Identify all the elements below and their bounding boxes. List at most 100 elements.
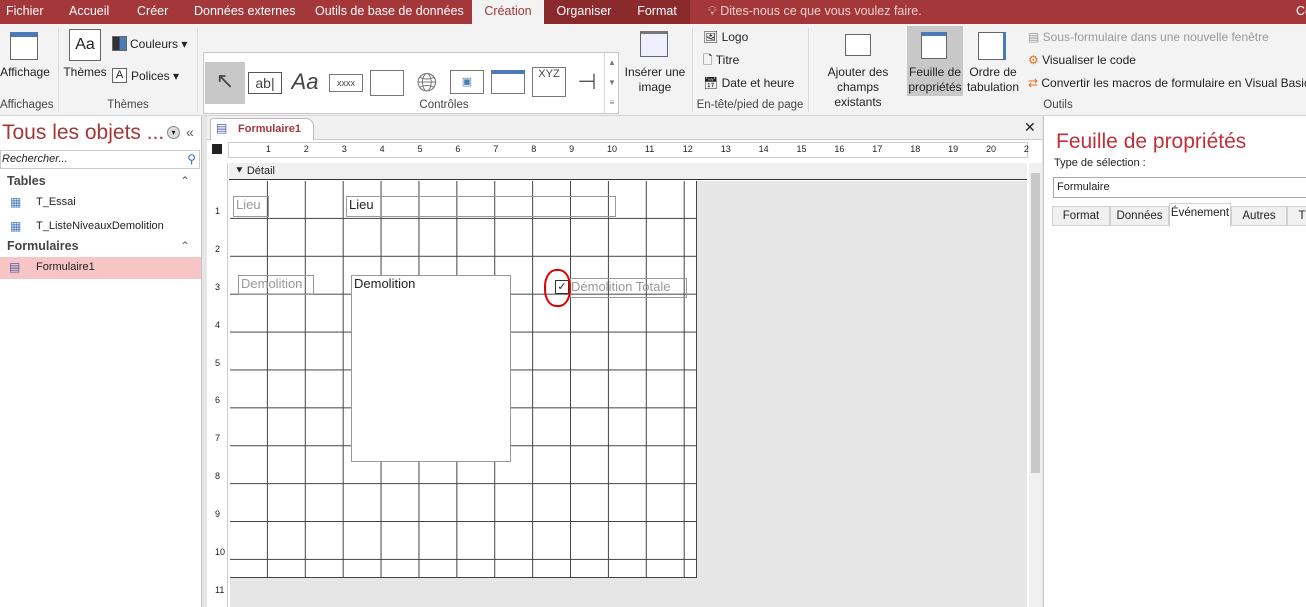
vertical-scrollbar[interactable] [1029, 163, 1042, 607]
ruler-tick-label: 19 [948, 144, 959, 154]
title-icon: 🗋︎ [703, 53, 716, 67]
lieu-textbox[interactable]: Lieu [346, 196, 616, 217]
ruler-tick-label: 6 [455, 144, 461, 154]
detail-section-grid[interactable]: Lieu Lieu Demolition Demolition Démoliti… [230, 181, 697, 578]
lieu-label[interactable]: Lieu [233, 196, 269, 217]
tab-organiser[interactable]: Organiser [544, 0, 624, 24]
nav-item-t-liste[interactable]: ▦ T_ListeNiveauxDemolition [0, 216, 201, 238]
tab-fichier[interactable]: Fichier [0, 0, 50, 24]
prop-tab-donnees[interactable]: Données [1110, 206, 1169, 226]
group-affichages: Affichages [0, 99, 54, 111]
ruler-tick-label: 5 [417, 144, 423, 154]
option-group-control[interactable]: XYZ [532, 67, 566, 97]
titre-button[interactable]: 🗋︎ Titre [703, 53, 739, 68]
ruler-tick-label: 11 [215, 584, 225, 595]
nav-search-input[interactable]: Rechercher... ⚲ [0, 150, 200, 169]
tab-donnees-externes[interactable]: Données externes [188, 0, 301, 24]
ruler-tick-label: 2 [303, 144, 309, 154]
insert-image-icon [640, 31, 668, 57]
collapse-section-icon[interactable]: ⌃ [180, 174, 190, 188]
tab-format[interactable]: Format [624, 0, 690, 24]
textbox-control[interactable]: ab| [248, 72, 282, 94]
vertical-ruler: 1 2 3 4 5 6 7 8 9 10 11 [211, 163, 228, 607]
ruler-tick-label: 12 [682, 144, 693, 154]
design-canvas-empty [230, 578, 1027, 607]
inserer-image-button[interactable]: Insérer une image [622, 65, 688, 95]
selection-type-label: Type de sélection : [1054, 157, 1146, 169]
collapse-section-icon[interactable]: ⌃ [180, 239, 190, 253]
form-selector[interactable] [212, 144, 222, 154]
demolition-label[interactable]: Demolition [238, 275, 314, 295]
sous-form-button[interactable]: ▤ Sous-formulaire dans une nouvelle fenê… [1028, 30, 1269, 45]
couleurs-button[interactable]: Couleurs ▾ [130, 37, 187, 52]
ruler-tick-label: 6 [215, 395, 221, 406]
group-themes: Thèmes [107, 99, 149, 111]
feuille-props-button[interactable]: Feuille de propriétés [905, 65, 965, 95]
ordre-tab-button[interactable]: Ordre de tabulation [963, 65, 1023, 95]
date-heure-button[interactable]: 📅︎ Date et heure [703, 76, 794, 91]
ruler-tick-label: 17 [872, 144, 883, 154]
section-header-detail[interactable]: ⯆ Détail [229, 163, 1027, 180]
prop-tab-evenement[interactable]: Événement [1169, 203, 1231, 227]
navigation-control-icon[interactable] [491, 70, 525, 94]
collapse-pane-icon[interactable]: « [186, 124, 194, 140]
red-annotation-circle [544, 269, 571, 307]
nav-section-formulaires[interactable]: Formulaires [7, 239, 79, 253]
nav-item-t-essai[interactable]: ▦ T_Essai [0, 192, 201, 214]
web-browser-control-icon[interactable]: ▣ [450, 70, 484, 94]
label-control[interactable]: Aa [288, 63, 322, 101]
ruler-tick-label: 9 [215, 509, 221, 520]
ruler-tick-label: 1 [265, 144, 271, 154]
tab-creer[interactable]: Créer [131, 0, 174, 24]
polices-button[interactable]: Polices ▾ [131, 69, 179, 84]
prop-tab-toutes[interactable]: T [1287, 206, 1306, 226]
table-icon: ▦ [10, 219, 22, 233]
convert-macro-icon: ⇄ [1028, 76, 1042, 90]
subform-icon: ▤ [1028, 30, 1043, 44]
demolition-listbox[interactable]: Demolition [351, 275, 511, 462]
ajouter-champs-button[interactable]: Ajouter des champs existants [812, 65, 904, 110]
themes-button[interactable]: Thèmes [62, 65, 108, 80]
hyperlink-control-icon[interactable]: 🌐︎ [410, 63, 444, 101]
tab-control-icon[interactable] [370, 70, 404, 96]
form-icon: ▤ [216, 121, 228, 135]
form-view-icon [10, 32, 38, 60]
nav-menu-dropdown-icon[interactable]: ▾ [167, 126, 180, 139]
logo-button[interactable]: 🖼︎ Logo [703, 30, 748, 45]
ruler-tick-label: 20 [986, 144, 997, 154]
property-sheet-pane: Feuille de propriétés Type de sélection … [1043, 116, 1306, 607]
property-sheet-title: Feuille de propriétés [1056, 130, 1247, 153]
tell-me-box[interactable]: 💡︎ Dites-nous ce que vous voulez faire. [702, 0, 928, 24]
page-break-control-icon[interactable]: ⊣ [570, 63, 604, 101]
ruler-tick-label: 16 [834, 144, 845, 154]
visualiser-code-button[interactable]: ⚙︎ Visualiser le code [1028, 53, 1136, 68]
tell-me-text: Dites-nous ce que vous voulez faire. [720, 4, 922, 18]
user-account[interactable]: Co [1290, 0, 1306, 24]
tab-accueil[interactable]: Accueil [63, 0, 115, 24]
prop-tab-format[interactable]: Format [1052, 206, 1110, 226]
ruler-tick-label: 13 [720, 144, 731, 154]
select-pointer-icon[interactable]: ↖ [205, 62, 245, 104]
document-tab[interactable]: ▤ Formulaire1 [210, 118, 314, 140]
ruler-tick-label: 4 [379, 144, 385, 154]
button-control[interactable]: xxxx [329, 74, 363, 92]
close-document-icon[interactable]: ✕ [1024, 119, 1036, 136]
search-icon[interactable]: ⚲ [187, 152, 196, 166]
selection-type-select[interactable]: Formulaire [1053, 177, 1306, 198]
lightbulb-icon: 💡︎ [708, 4, 721, 18]
group-controles: Contrôles [419, 99, 469, 111]
tab-order-icon [978, 32, 1006, 60]
affichage-button[interactable]: Affichage [0, 65, 52, 80]
tab-creation[interactable]: Création [472, 0, 544, 24]
nav-item-formulaire1[interactable]: ▤ Formulaire1 [0, 257, 201, 279]
ruler-tick-label: 8 [531, 144, 537, 154]
ruler-tick-label: 14 [758, 144, 769, 154]
convertir-macros-button[interactable]: ⇄ Convertir les macros de formulaire en … [1028, 76, 1306, 91]
nav-section-tables[interactable]: Tables [7, 174, 46, 188]
nav-title[interactable]: Tous les objets ... [2, 121, 164, 145]
demolition-totale-label[interactable]: Démolition Totale [570, 278, 687, 298]
tab-outils-bdd[interactable]: Outils de base de données [309, 0, 470, 24]
ruler-tick-label: 1 [215, 205, 221, 216]
ruler-tick-label: 9 [569, 144, 575, 154]
prop-tab-autres[interactable]: Autres [1231, 206, 1287, 226]
